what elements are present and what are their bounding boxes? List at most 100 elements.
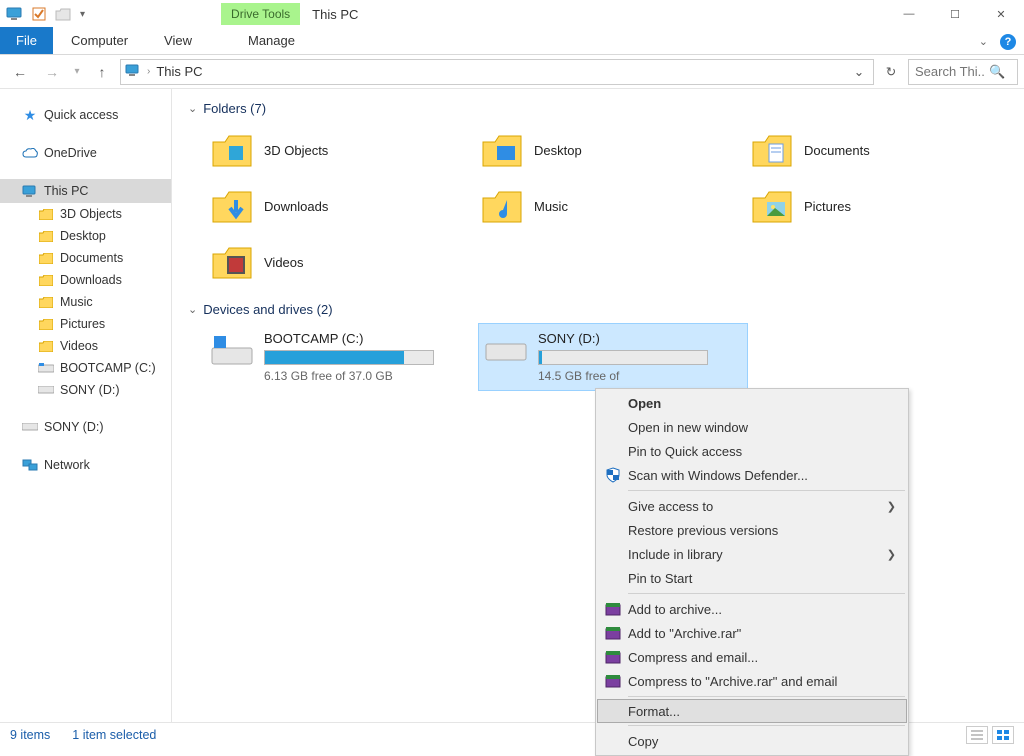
tree-this-pc[interactable]: This PC [0,179,171,203]
tree-3d-objects[interactable]: 3D Objects [0,203,171,225]
folder-icon [38,250,54,266]
folder-music[interactable]: Music [474,178,744,234]
tree-videos[interactable]: Videos [0,335,171,357]
tree-documents[interactable]: Documents [0,247,171,269]
folder-desktop-icon [478,130,526,170]
tree-sony-d[interactable]: SONY (D:) [0,379,171,401]
minimize-button[interactable]: — [886,0,932,28]
window-title: This PC [300,7,358,22]
search-icon: 🔍 [989,64,1005,80]
cm-add-to-archive[interactable]: Add to archive... [598,597,906,621]
status-selected-count: 1 item selected [72,728,156,742]
search-input[interactable] [915,64,985,79]
folder-icon [38,294,54,310]
drive-tools-contextual-tab: Drive Tools [221,3,300,25]
winrar-icon [604,672,622,690]
cm-pin-to-start[interactable]: Pin to Start [598,566,906,590]
cm-compress-rar-and-email[interactable]: Compress to "Archive.rar" and email [598,669,906,693]
submenu-arrow-icon: ❯ [887,500,906,513]
drive-d-usage-bar [538,350,708,365]
cm-add-to-archive-rar[interactable]: Add to "Archive.rar" [598,621,906,645]
drive-icon [38,360,54,376]
submenu-arrow-icon: ❯ [887,548,906,561]
winrar-icon [604,600,622,618]
cm-open-new-window[interactable]: Open in new window [598,415,906,439]
tree-onedrive[interactable]: OneDrive [0,141,171,165]
view-details-button[interactable] [966,726,988,744]
tree-pictures[interactable]: Pictures [0,313,171,335]
view-large-icons-button[interactable] [992,726,1014,744]
os-drive-icon [208,331,256,371]
qat-new-folder-icon[interactable] [54,5,72,23]
tree-music[interactable]: Music [0,291,171,313]
cm-format[interactable]: Format... [597,699,907,723]
folder-icon [38,338,54,354]
folder-downloads-icon [208,186,256,226]
defender-shield-icon [604,466,622,484]
address-dropdown-icon[interactable]: ⌄ [849,64,869,79]
removable-drive-icon [482,331,530,371]
onedrive-icon [22,145,38,161]
folder-downloads[interactable]: Downloads [204,178,474,234]
cm-give-access-to[interactable]: Give access to❯ [598,494,906,518]
help-button[interactable]: ? [1000,34,1016,50]
folder-icon [38,206,54,222]
network-icon [22,457,38,473]
status-item-count: 9 items [10,728,50,742]
drive-context-menu: Open Open in new window Pin to Quick acc… [595,388,909,756]
tree-bootcamp-c[interactable]: BOOTCAMP (C:) [0,357,171,379]
search-box[interactable]: 🔍 [908,59,1018,85]
cm-scan-defender[interactable]: Scan with Windows Defender... [598,463,906,487]
folder-desktop[interactable]: Desktop [474,122,744,178]
folder-pictures[interactable]: Pictures [744,178,1014,234]
recent-locations-dropdown[interactable]: ▾ [70,59,84,85]
refresh-button[interactable]: ↻ [878,59,904,85]
this-pc-addr-icon [125,64,141,80]
winrar-icon [604,624,622,642]
back-button[interactable]: ← [6,59,34,85]
ribbon-computer-tab[interactable]: Computer [53,27,146,54]
ribbon-view-tab[interactable]: View [146,27,210,54]
tree-desktop[interactable]: Desktop [0,225,171,247]
ribbon-file-tab[interactable]: File [0,27,53,54]
ribbon-expand-button[interactable]: ⌄ [971,29,996,54]
close-button[interactable]: ✕ [978,0,1024,28]
folder-documents-icon [748,130,796,170]
cm-open[interactable]: Open [598,391,906,415]
drive-bootcamp-c[interactable]: BOOTCAMP (C:) 6.13 GB free of 37.0 GB [204,323,474,391]
cm-compress-and-email[interactable]: Compress and email... [598,645,906,669]
ribbon-manage-tab[interactable]: Manage [232,27,311,54]
folder-pictures-icon [748,186,796,226]
tree-network[interactable]: Network [0,453,171,477]
tree-quick-access[interactable]: ★ Quick access [0,103,171,127]
maximize-button[interactable]: ☐ [932,0,978,28]
folder-3d-objects[interactable]: 3D Objects [204,122,474,178]
folder-icon [38,228,54,244]
cm-copy[interactable]: Copy [598,729,906,753]
drives-section-header[interactable]: ⌄ Devices and drives (2) [180,290,1016,323]
folder-videos[interactable]: Videos [204,234,474,290]
folder-documents[interactable]: Documents [744,122,1014,178]
qat-customize-dropdown[interactable]: ▾ [78,9,85,20]
qat-properties-icon[interactable] [30,5,48,23]
tree-downloads[interactable]: Downloads [0,269,171,291]
cm-pin-quick-access[interactable]: Pin to Quick access [598,439,906,463]
this-pc-tree-icon [22,183,38,199]
cm-include-in-library[interactable]: Include in library❯ [598,542,906,566]
breadcrumb-root[interactable]: This PC [156,64,202,79]
drive-sony-d[interactable]: SONY (D:) 14.5 GB free of [478,323,748,391]
chevron-down-icon: ⌄ [188,303,197,316]
folder-3d-icon [208,130,256,170]
forward-button[interactable]: → [38,59,66,85]
folder-icon [38,272,54,288]
folder-music-icon [478,186,526,226]
tree-sony-d-root[interactable]: SONY (D:) [0,415,171,439]
drive-icon [38,382,54,398]
drive-icon [22,419,38,435]
address-bar[interactable]: › This PC ⌄ [120,59,874,85]
folder-videos-icon [208,242,256,282]
cm-restore-previous-versions[interactable]: Restore previous versions [598,518,906,542]
up-button[interactable]: ↑ [88,59,116,85]
folder-icon [38,316,54,332]
folders-section-header[interactable]: ⌄ Folders (7) [180,89,1016,122]
